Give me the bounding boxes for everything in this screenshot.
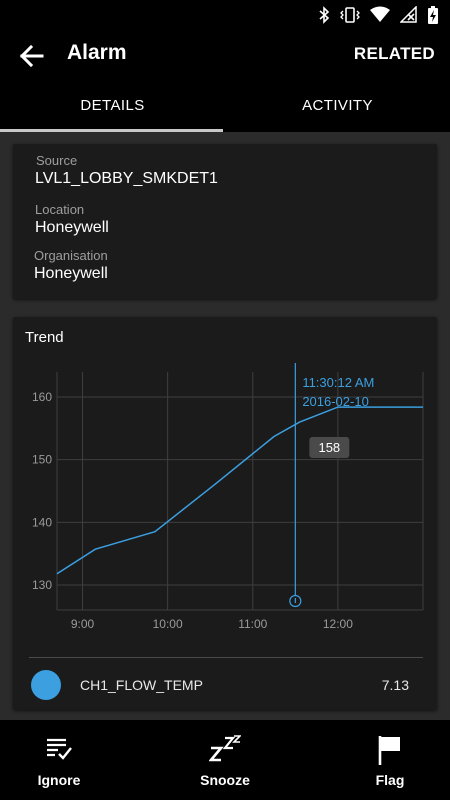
legend-divider — [29, 657, 423, 658]
series-line — [56, 406, 423, 575]
cursor-value-label: 158 — [318, 440, 340, 455]
cursor-time: 11:30:12 AM — [302, 375, 374, 390]
bluetooth-icon — [319, 6, 330, 24]
status-icons — [318, 6, 438, 24]
no-signal-icon — [400, 6, 417, 23]
snooze-button[interactable]: Snooze — [170, 720, 280, 800]
ignore-button[interactable]: Ignore — [4, 720, 114, 800]
status-bar — [0, 0, 450, 32]
flag-label: Flag — [375, 772, 405, 788]
x-tick-label: 12:00 — [323, 617, 353, 631]
details-card: Source LVL1_LOBBY_SMKDET1 Location Honey… — [13, 144, 437, 299]
y-tick-label: 150 — [32, 453, 52, 467]
legend-color-dot — [31, 670, 61, 700]
bottom-action-bar: Ignore Snooze Flag — [0, 720, 450, 800]
flag-icon — [378, 736, 400, 765]
app-bar: Alarm RELATED — [0, 32, 450, 80]
wifi-icon — [370, 6, 390, 22]
legend-series-value: 7.13 — [381, 677, 409, 693]
battery-charging-icon — [428, 6, 438, 24]
back-button[interactable] — [16, 40, 48, 72]
zzz-icon — [209, 735, 241, 762]
ignore-label: Ignore — [37, 772, 81, 788]
x-tick-label: 11:00 — [238, 617, 267, 631]
trend-card: Trend 130 140 150 160 9:00 10:00 11:00 12:00 11:… — [13, 317, 437, 710]
cursor-date: 2016-02-10 — [302, 394, 369, 409]
y-tick-label: 130 — [32, 578, 52, 592]
y-tick-label: 140 — [32, 515, 52, 529]
y-tick-label: 160 — [32, 390, 52, 404]
source-value: LVL1_LOBBY_SMKDET1 — [35, 170, 218, 187]
x-tick-label: 9:00 — [71, 617, 95, 631]
legend-series-name: CH1_FLOW_TEMP — [80, 677, 203, 693]
x-tick-label: 10:00 — [153, 617, 183, 631]
tab-details[interactable]: DETAILS — [0, 80, 225, 132]
tab-activity[interactable]: ACTIVITY — [225, 80, 450, 132]
flag-button[interactable]: Flag — [335, 720, 445, 800]
vibrate-icon — [340, 7, 360, 23]
organisation-value: Honeywell — [34, 265, 108, 282]
arrow-left-icon — [19, 44, 44, 68]
page-title: Alarm — [67, 41, 127, 64]
checklist-icon — [47, 738, 72, 760]
location-value: Honeywell — [35, 219, 109, 236]
snooze-label: Snooze — [200, 772, 250, 788]
tab-bar: DETAILS ACTIVITY — [0, 80, 450, 132]
location-label: Location — [35, 202, 85, 217]
trend-chart[interactable]: 130 140 150 160 9:00 10:00 11:00 12:00 11:30:12 … — [13, 317, 437, 647]
content-area: Source LVL1_LOBBY_SMKDET1 Location Honey… — [0, 132, 450, 720]
source-label: Source — [36, 153, 78, 168]
organisation-label: Organisation — [34, 248, 108, 263]
related-button[interactable]: RELATED — [354, 44, 435, 64]
